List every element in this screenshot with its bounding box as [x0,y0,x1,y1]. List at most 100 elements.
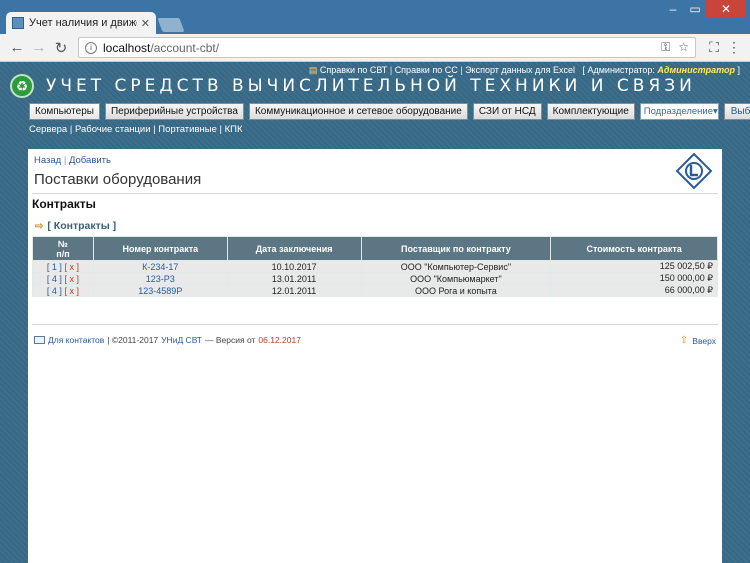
reload-icon[interactable]: ↻ [50,39,72,57]
content-panel: Назад | Добавить Поставки оборудования К… [28,149,722,563]
footer: Для контактов | ©2011-2017 УНиД СВТ — Ве… [34,335,301,345]
edit-link[interactable]: [ 1 ] [47,262,62,272]
submenu: Сервера | Рабочие станции | Портативные … [29,124,243,135]
menu-computers[interactable]: Компьютеры [29,103,100,120]
supplier-cell: ООО "Компьюмаркет" [360,272,552,285]
col-supplier: Поставщик по контракту [360,236,552,261]
site-background: ▤ Справки по СВТ | Справки по СС | Экспо… [0,62,750,563]
menu-components[interactable]: Комплектующие [546,103,635,120]
maximize-icon[interactable]: ▭ [684,0,706,18]
delete-link[interactable]: [ x ] [64,274,79,284]
contract-cell: 123-4589Р [92,284,228,297]
l-logo-icon [676,153,712,189]
delete-link[interactable]: [ x ] [64,262,79,272]
delete-link[interactable]: [ x ] [64,286,79,296]
arrow-up-icon: ⇧ [679,335,689,346]
submenu-servers[interactable]: Сервера [29,124,67,135]
main-menu: Компьютеры Периферийные устройства Комму… [29,103,750,120]
to-top-label: Вверх [692,335,716,346]
contract-cell: К-234-17 [92,260,228,273]
favicon-icon [12,17,24,29]
new-tab-button[interactable] [157,18,185,32]
arrow-right-icon: ⇨ [35,220,44,232]
excel-icon: ▤ [308,65,318,75]
contacts-link[interactable]: Для контактов [48,335,104,345]
minimize-icon[interactable]: – [662,0,684,18]
to-top-link[interactable]: ⇧ Вверх [680,335,716,346]
subsection-heading[interactable]: ⇨ [ Контракты ] [35,220,116,232]
submenu-portable[interactable]: Портативные [158,124,217,135]
table-row: [ 1 ] [ x ] К-234-17 10.10.2017 ООО "Ком… [32,260,718,273]
close-tab-icon[interactable]: ✕ [141,17,150,30]
contract-cell: 123-Р3 [92,272,228,285]
mail-icon [34,336,45,344]
contracts-table: № п/п Номер контракта Дата заключения По… [32,236,718,297]
admin-suffix: ] [737,65,740,75]
menu-peripherals[interactable]: Периферийные устройства [104,103,244,120]
tab-title: Учет наличия и движен [29,17,137,29]
row-num-cell: [ 4 ] [ x ] [32,284,94,297]
supplier-cell: ООО "Компьютер-Сервис" [360,260,552,273]
date-cell: 10.10.2017 [226,260,362,273]
browser-tab[interactable]: Учет наличия и движен ✕ [6,12,156,34]
version-date: 06.12.2017 [258,335,301,345]
contract-link[interactable]: 123-Р3 [146,274,175,284]
col-cost: Стоимость контракта [550,236,718,261]
select-button[interactable]: Выбор [723,103,750,120]
menu-network[interactable]: Коммуникационное и сетевое оборудование [248,103,468,120]
row-num-cell: [ 4 ] [ x ] [32,272,94,285]
admin-name[interactable]: Администратор [657,65,735,75]
section-heading: Контракты [32,197,96,211]
browser-toolbar: ← → ↻ i localhost /account-cbt/ ⚿ ☆ ⛶ ⋮ [0,34,750,62]
col-date: Дата заключения [226,236,362,261]
url-path: /account-cbt/ [150,40,220,55]
version-prefix: — Версия от [205,335,256,345]
table-row: [ 4 ] [ x ] 123-Р3 13.01.2011 ООО "Компь… [32,272,718,285]
contract-link[interactable]: К-234-17 [142,262,178,272]
link-svt-reports[interactable]: Справки по СВТ [320,65,387,75]
cost-cell: 150 000,00 ₽ [550,272,718,285]
edit-link[interactable]: [ 4 ] [47,286,62,296]
address-bar[interactable]: i localhost /account-cbt/ ⚿ ☆ [78,37,696,58]
menu-szi[interactable]: СЗИ от НСД [472,103,542,120]
window-close-icon[interactable]: ✕ [706,0,746,18]
back-arrow-icon[interactable]: ← [6,39,28,56]
col-contract: Номер контракта [92,236,228,261]
table-row: [ 4 ] [ x ] 123-4589Р 12.01.2011 ООО Рог… [32,284,718,297]
forward-arrow-icon[interactable]: → [28,39,50,56]
date-cell: 12.01.2011 [226,284,362,297]
info-icon[interactable]: i [85,41,97,54]
star-icon[interactable]: ☆ [678,40,689,55]
date-cell: 13.01.2011 [226,272,362,285]
admin-prefix: [ Администратор: [582,65,655,75]
title-divider [32,193,718,194]
row-num-cell: [ 1 ] [ x ] [32,260,94,273]
cost-cell: 125 002,50 ₽ [550,260,718,273]
site-title: УЧЕТ СРЕДСТВ ВЫЧИСЛИТЕЛЬНОЙ ТЕХНИКИ И СВ… [46,76,696,96]
link-ss-reports[interactable]: Справки по СС [395,65,458,75]
cast-icon[interactable]: ⛶ [704,39,724,56]
supplier-cell: ООО Рога и копыта [360,284,552,297]
header-links: ▤ Справки по СВТ | Справки по СС | Экспо… [308,65,740,75]
department-select[interactable]: Подразделение ▾ [639,103,719,120]
url-host: localhost [103,40,151,55]
menu-dots-icon[interactable]: ⋮ [724,39,744,56]
breadcrumb: Назад | Добавить [34,155,111,166]
edit-link[interactable]: [ 4 ] [47,274,62,284]
back-link[interactable]: Назад [34,155,61,166]
submenu-workstations[interactable]: Рабочие станции [75,124,151,135]
col-num: № п/п [32,236,94,261]
department-select-value: Подразделение [643,106,713,117]
org-link[interactable]: УНиД СВТ [161,335,202,345]
recycle-logo-icon: ♻ [10,74,34,98]
window-controls: – ▭ ✕ [662,0,746,18]
contract-link[interactable]: 123-4589Р [138,286,182,296]
chevron-down-icon: ▾ [713,106,718,117]
page-title: Поставки оборудования [34,171,202,188]
subsection-label: [ Контракты ] [47,220,117,232]
key-icon[interactable]: ⚿ [661,40,670,55]
add-link[interactable]: Добавить [69,155,111,166]
cost-cell: 66 000,00 ₽ [550,284,718,297]
link-excel-export[interactable]: Экспорт данных для Excel [465,65,575,75]
submenu-pda[interactable]: КПК [225,124,243,135]
